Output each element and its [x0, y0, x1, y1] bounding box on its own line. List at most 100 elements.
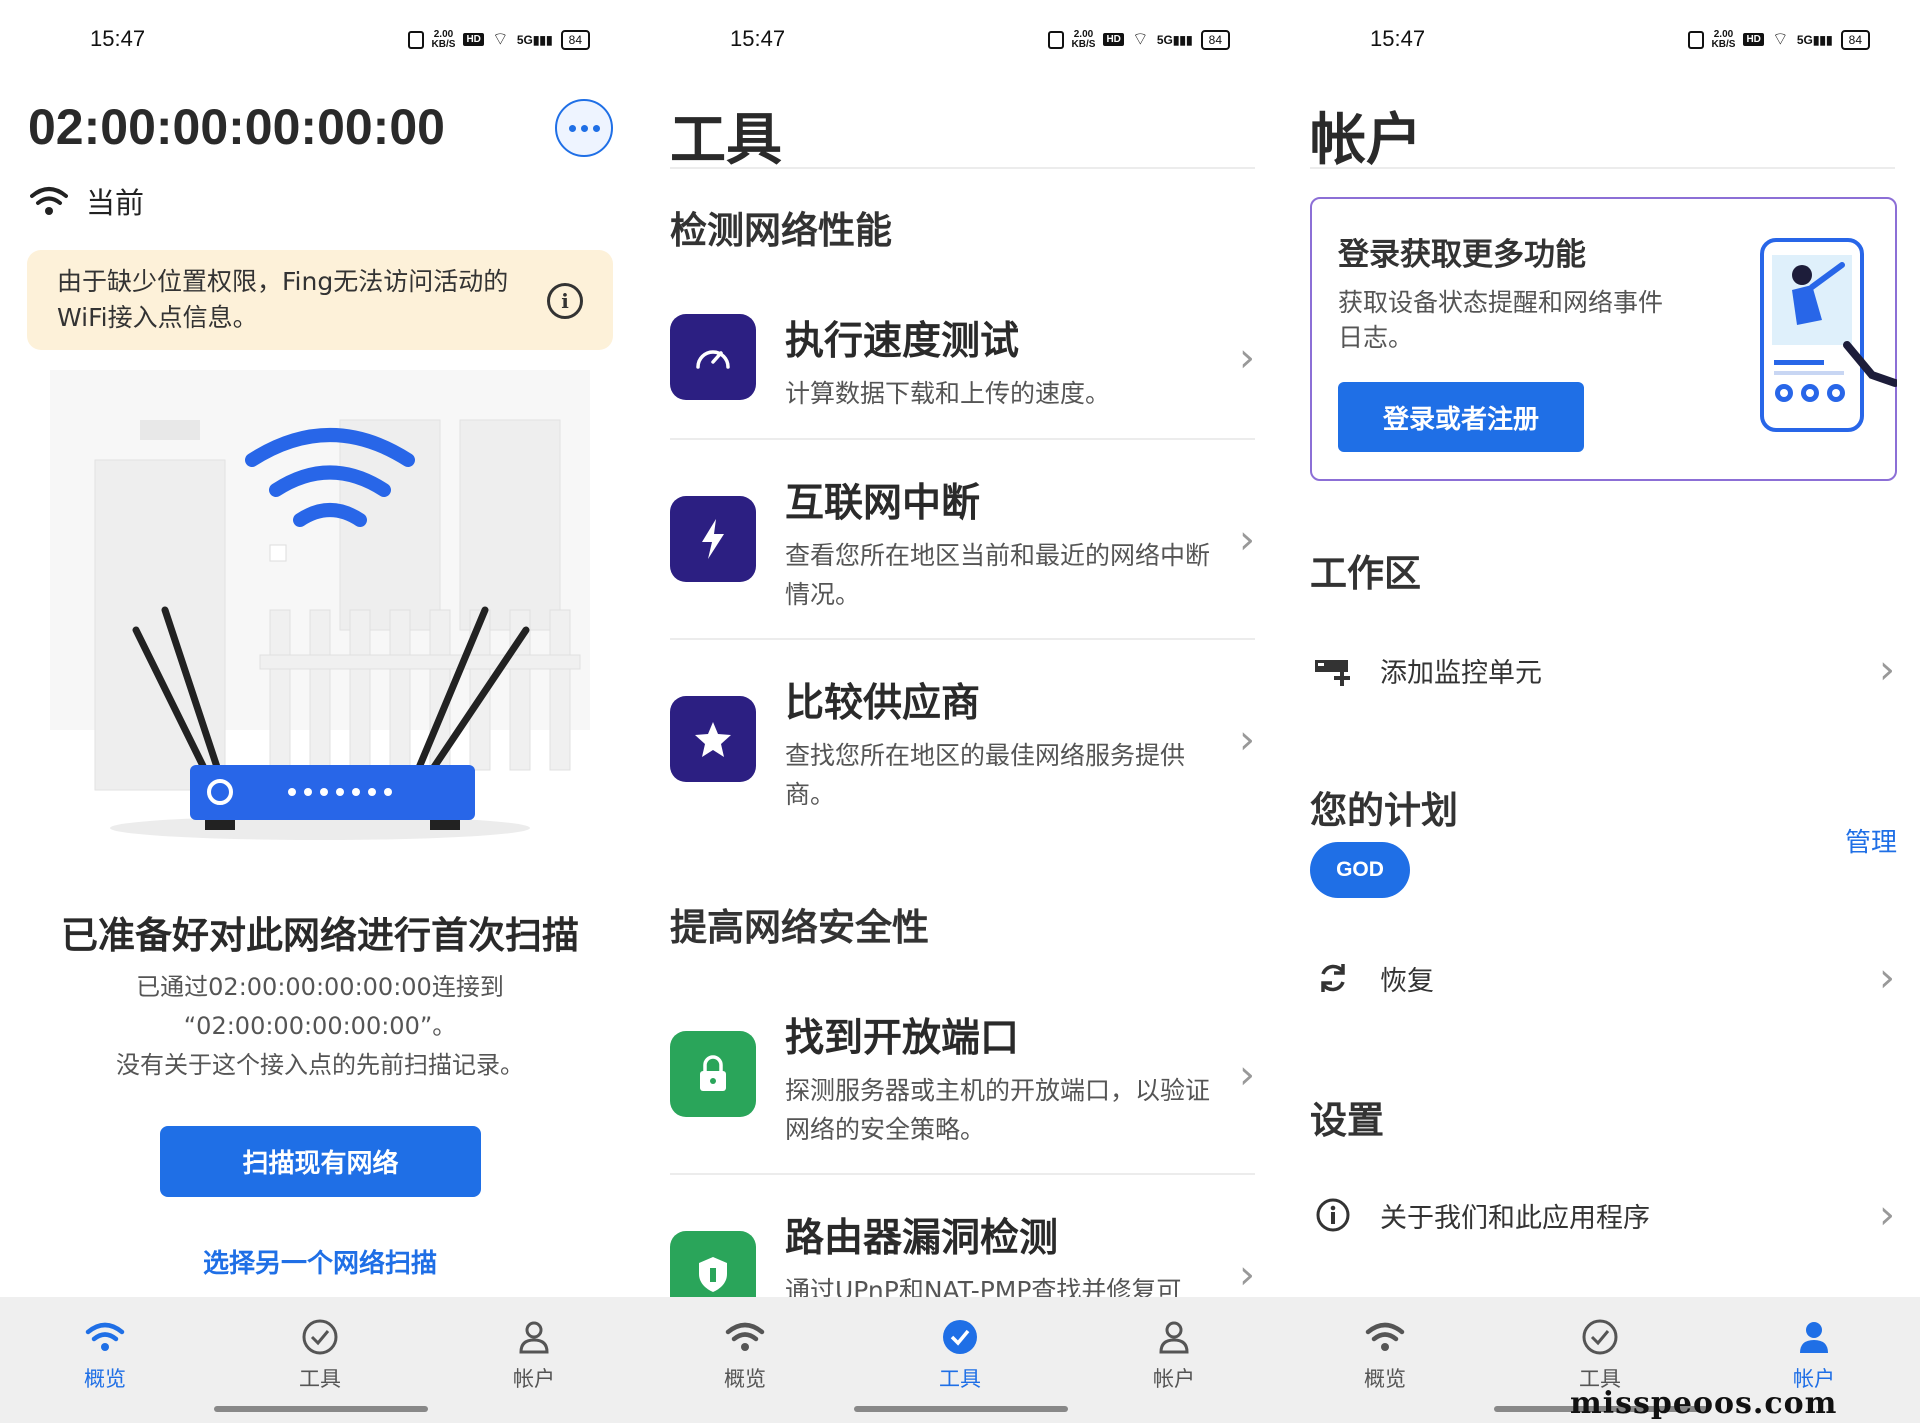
- section-heading-plan: 您的计划: [1310, 789, 1458, 832]
- tool-internet-outage[interactable]: 互联网中断 查看您所在地区当前和最近的网络中断情况。 ›: [670, 472, 1255, 642]
- home-indicator[interactable]: [214, 1406, 428, 1412]
- manage-link[interactable]: 管理: [1845, 822, 1897, 859]
- section-heading-settings: 设置: [1310, 1099, 1384, 1142]
- permission-warning: 由于缺少位置权限，Fing无法访问活动的WiFi接入点信息。 i: [27, 250, 613, 350]
- status-time: 15:47: [90, 26, 146, 51]
- home-indicator[interactable]: [854, 1406, 1068, 1412]
- tool-compare-providers[interactable]: 比较供应商 查找您所在地区的最佳网络服务提供商。 ›: [670, 672, 1255, 832]
- ready-description: 已通过02:00:00:00:00:00连接到 “02:00:00:00:00:…: [116, 973, 524, 1079]
- login-title: 登录获取更多功能: [1338, 237, 1586, 273]
- tool-description: 通过UPnP和NAT-PMP查找并修复可: [785, 1276, 1182, 1297]
- vibrate-icon: [407, 30, 424, 49]
- bottom-nav: 概览 工具 帐户: [0, 1297, 640, 1423]
- wifi-status-icon: ⌔: [491, 29, 509, 49]
- about-label: 关于我们和此应用程序: [1380, 1202, 1650, 1234]
- tool-description: 查找您所在地区的最佳网络服务提供商。: [785, 741, 1186, 809]
- status-time: 15:47: [1370, 26, 1426, 51]
- tool-name: 路由器漏洞检测: [785, 1216, 1059, 1261]
- restore-label: 恢复: [1380, 965, 1434, 997]
- battery-icon: 84: [560, 29, 590, 50]
- chevron-right-icon: ›: [1239, 717, 1255, 763]
- star-icon: [670, 696, 756, 782]
- status-bar: 15:47 2.00 KB/S HD ⌔ 5G▮▮▮ 84: [640, 22, 1280, 62]
- phone-illustration: [1760, 238, 1897, 432]
- signal-icon: 5G▮▮▮: [516, 32, 553, 47]
- chevron-right-icon: ›: [1239, 1052, 1255, 1098]
- net-speed: 2.00 KB/S: [1711, 28, 1736, 50]
- nav-account[interactable]: 帐户: [1114, 1315, 1234, 1393]
- vibrate-icon: [1687, 30, 1704, 49]
- nav-overview[interactable]: 概览: [1325, 1315, 1445, 1393]
- status-bar: 15:47 2.00 KB/S HD ⌔ 5G▮▮▮ 84: [1280, 22, 1920, 62]
- add-monitor-label: 添加监控单元: [1380, 657, 1542, 689]
- tool-description: 探测服务器或主机的开放端口，以验证网络的安全策略。: [785, 1076, 1211, 1144]
- check-circle-icon: [943, 1320, 977, 1354]
- chevron-right-icon: ›: [1239, 517, 1255, 563]
- divider: [670, 1173, 1255, 1175]
- wifi-icon: [30, 187, 68, 215]
- status-icons: 2.00 KB/S HD ⌔ 5G▮▮▮ 84: [1687, 28, 1870, 51]
- add-device-icon: [1310, 647, 1356, 693]
- login-description: 获取设备状态提醒和网络事件日志。: [1338, 288, 1664, 352]
- wifi-icon: [85, 1322, 125, 1351]
- divider: [670, 438, 1255, 440]
- hd-icon: HD: [1743, 33, 1764, 46]
- speedometer-icon: [670, 314, 756, 400]
- add-monitor-row[interactable]: 添加监控单元 ›: [1310, 640, 1895, 700]
- tool-name: 互联网中断: [785, 481, 981, 526]
- login-register-button[interactable]: 登录或者注册: [1338, 382, 1584, 452]
- divider: [670, 638, 1255, 640]
- scan-network-button[interactable]: 扫描现有网络: [160, 1126, 481, 1197]
- bottom-nav: 概览 工具 帐户: [640, 1297, 1280, 1423]
- wifi-status-icon: ⌔: [1771, 29, 1789, 49]
- signal-icon: 5G▮▮▮: [1156, 32, 1193, 47]
- section-heading-workspace: 工作区: [1310, 552, 1421, 595]
- watermark: misspeoos.com: [1570, 1386, 1838, 1421]
- status-icons: 2.00 KB/S HD ⌔ 5G▮▮▮ 84: [407, 28, 590, 51]
- info-icon[interactable]: i: [547, 283, 583, 319]
- chevron-right-icon: ›: [1239, 1252, 1255, 1297]
- nav-tools[interactable]: 工具: [900, 1315, 1020, 1393]
- nav-overview[interactable]: 概览: [45, 1315, 165, 1393]
- tool-speed-test[interactable]: 执行速度测试 计算数据下载和上传的速度。 ›: [670, 310, 1255, 440]
- nav-tools[interactable]: 工具: [1540, 1315, 1660, 1393]
- nav-account[interactable]: 帐户: [474, 1315, 594, 1393]
- choose-network-link[interactable]: 选择另一个网络扫描: [0, 1243, 640, 1280]
- restore-row[interactable]: 恢复 ›: [1310, 948, 1895, 1008]
- battery-icon: 84: [1200, 29, 1230, 50]
- info-icon: [1310, 1192, 1356, 1238]
- nav-tools[interactable]: 工具: [260, 1315, 380, 1393]
- tool-name: 比较供应商: [785, 681, 981, 726]
- hd-icon: HD: [463, 33, 484, 46]
- page-title: 帐户: [1310, 108, 1422, 173]
- tool-description: 计算数据下载和上传的速度。: [785, 379, 1111, 408]
- wifi-status-icon: ⌔: [1131, 29, 1149, 49]
- battery-icon: 84: [1840, 29, 1870, 50]
- section-heading-security: 提高网络安全性: [670, 906, 929, 949]
- lock-icon: [670, 1031, 756, 1117]
- divider: [670, 167, 1255, 169]
- more-options-button[interactable]: [555, 99, 613, 157]
- warning-text: 由于缺少位置权限，Fing无法访问活动的WiFi接入点信息。: [57, 267, 509, 332]
- plan-badge: GOD: [1310, 842, 1410, 898]
- signal-icon: 5G▮▮▮: [1796, 32, 1833, 47]
- tool-router-vulnerability[interactable]: 路由器漏洞检测 通过UPnP和NAT-PMP查找并修复可 ›: [670, 1207, 1255, 1297]
- nav-account[interactable]: 帐户: [1754, 1315, 1874, 1393]
- person-icon: [1800, 1322, 1828, 1353]
- check-circle-icon: [302, 1319, 338, 1355]
- hd-icon: HD: [1103, 33, 1124, 46]
- current-network-row: 当前: [30, 180, 144, 222]
- wifi-icon: [1365, 1322, 1405, 1351]
- status-bar: 15:47 2.00 KB/S HD ⌔ 5G▮▮▮ 84: [0, 22, 640, 62]
- chevron-right-icon: ›: [1879, 1192, 1895, 1238]
- section-heading-performance: 检测网络性能: [670, 209, 892, 252]
- tools-screen: 15:47 2.00 KB/S HD ⌔ 5G▮▮▮ 84 工具 检测网络性能 执…: [640, 0, 1280, 1423]
- login-card: 登录获取更多功能 获取设备状态提醒和网络事件日志。 登录或者注册: [1310, 197, 1897, 481]
- overview-screen: 15:47 2.00 KB/S HD ⌔ 5G▮▮▮ 84 02:00:00:00…: [0, 0, 640, 1423]
- network-title: 02:00:00:00:00:00: [28, 99, 445, 155]
- status-time: 15:47: [730, 26, 786, 51]
- tool-open-ports[interactable]: 找到开放端口 探测服务器或主机的开放端口，以验证网络的安全策略。 ›: [670, 1007, 1255, 1177]
- about-row[interactable]: 关于我们和此应用程序 ›: [1310, 1185, 1895, 1245]
- nav-overview[interactable]: 概览: [685, 1315, 805, 1393]
- chevron-right-icon: ›: [1879, 647, 1895, 693]
